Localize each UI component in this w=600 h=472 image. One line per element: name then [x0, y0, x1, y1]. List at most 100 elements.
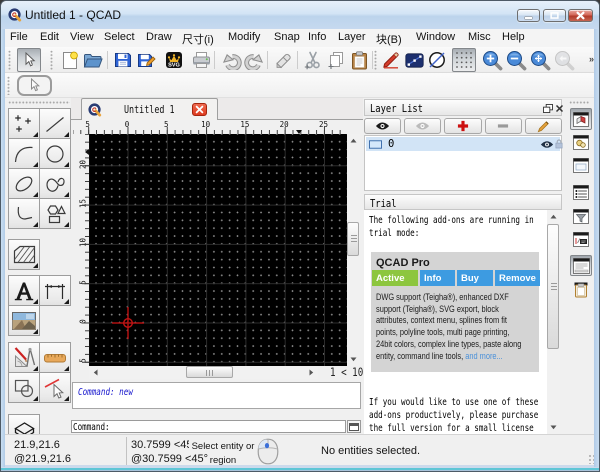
save-as-button[interactable]	[134, 48, 158, 72]
grid-toggle-button[interactable]	[452, 48, 476, 72]
redo-button[interactable]	[242, 48, 266, 72]
menu-layer[interactable]: Layer	[333, 31, 371, 43]
add-layer-button[interactable]	[444, 118, 482, 134]
command-line-toggle[interactable]	[570, 229, 592, 249]
cut-button[interactable]	[301, 48, 325, 72]
selection-filter-toggle[interactable]	[570, 206, 592, 226]
property-editor-toggle[interactable]	[570, 108, 592, 130]
drawing-canvas[interactable]	[89, 134, 347, 366]
image-tool-button[interactable]	[8, 305, 40, 336]
vertical-scrollbar[interactable]	[347, 134, 360, 366]
float-panel-icon[interactable]	[543, 104, 553, 113]
menu-snap[interactable]: Snap	[269, 31, 305, 43]
addon-tab-info[interactable]: Info	[420, 270, 455, 286]
addon-tab-remove[interactable]: Remove	[495, 270, 540, 286]
scroll-down-arrow[interactable]	[547, 421, 560, 434]
scrollbar-thumb[interactable]	[347, 222, 359, 256]
auto-zoom-button[interactable]	[528, 48, 552, 72]
toolbar-drag-handle[interactable]	[8, 50, 11, 70]
zoom-in-button[interactable]	[480, 48, 504, 72]
block-list-toggle[interactable]	[570, 132, 592, 152]
save-button[interactable]	[111, 48, 135, 72]
menu-draw[interactable]: Draw	[141, 31, 177, 43]
menu-help[interactable]: Help	[497, 31, 530, 43]
menu-misc[interactable]: Misc	[463, 31, 496, 43]
print-button[interactable]	[189, 48, 213, 72]
scrollbar-thumb[interactable]	[186, 366, 233, 378]
ellipse-tool-button[interactable]	[8, 168, 40, 199]
tab-close-button[interactable]	[192, 103, 207, 116]
svg-export-button[interactable]: SVG	[162, 48, 186, 72]
draw-order-button[interactable]	[425, 48, 449, 72]
menu-modify[interactable]: Modify	[223, 31, 265, 43]
shape-tool-button[interactable]	[39, 198, 71, 229]
modify-tool-button[interactable]	[8, 372, 40, 403]
drafting-tools-button[interactable]	[8, 342, 40, 373]
polyline-tool-button[interactable]	[8, 198, 40, 229]
layer-lock-icon[interactable]	[555, 139, 563, 149]
layer-row[interactable]: 0	[366, 137, 563, 151]
edit-layer-button[interactable]	[524, 118, 563, 134]
addon-tab-buy[interactable]: Buy	[457, 270, 493, 286]
clipboard-panel-toggle[interactable]	[570, 280, 592, 300]
scroll-right-arrow[interactable]	[305, 366, 318, 379]
menu-file[interactable]: File	[5, 31, 33, 43]
spline-tool-button[interactable]	[39, 168, 71, 199]
trial-scrollbar[interactable]	[547, 210, 560, 434]
toolbar-drag-handle[interactable]	[50, 50, 53, 70]
menu-view[interactable]: View	[65, 31, 99, 43]
remove-layer-button[interactable]	[484, 118, 522, 134]
minimize-button[interactable]	[517, 9, 540, 22]
layer-list-toggle[interactable]	[570, 182, 592, 202]
toolbar-drag-handle[interactable]	[374, 50, 377, 70]
property-editor-button[interactable]	[379, 48, 403, 72]
menu-info[interactable]: Info	[303, 31, 331, 43]
toolbar-overflow-chevron[interactable]: »	[589, 54, 594, 64]
hatch-tool-button[interactable]	[8, 239, 40, 270]
undo-button[interactable]	[219, 48, 243, 72]
view-list-toggle[interactable]	[570, 155, 592, 175]
arc-tool-button[interactable]	[8, 138, 40, 169]
command-options-button[interactable]	[347, 420, 361, 433]
and-more-link[interactable]: and more...	[465, 351, 502, 362]
command-input[interactable]	[71, 420, 346, 433]
zoom-out-button[interactable]	[504, 48, 528, 72]
close-button[interactable]	[568, 9, 593, 22]
selection-options-button[interactable]	[402, 48, 426, 72]
circle-tool-button[interactable]	[39, 138, 71, 169]
maximize-button[interactable]	[543, 9, 566, 22]
dimension-tool-button[interactable]	[39, 275, 71, 306]
text-tool-button[interactable]	[8, 275, 40, 306]
menu-b[interactable]: 块(B)	[371, 31, 407, 47]
ruler-tool-button[interactable]	[39, 342, 71, 373]
toolbar-drag-handle[interactable]	[7, 76, 10, 95]
scrollbar-thumb[interactable]	[547, 224, 559, 349]
select-entity-tool-button[interactable]	[39, 372, 71, 403]
menu-window[interactable]: Window	[411, 31, 460, 43]
menu-select[interactable]: Select	[99, 31, 140, 43]
trial-panel-titlebar[interactable]: Trial	[364, 194, 562, 210]
select-tool-button[interactable]	[17, 48, 41, 72]
paste-button[interactable]	[347, 48, 371, 72]
toolbar-drag-handle[interactable]	[569, 101, 589, 104]
copy-button[interactable]	[324, 48, 348, 72]
addon-tab-active[interactable]: Active	[372, 270, 418, 286]
title-bar[interactable]: Untitled 1 - QCAD	[1, 1, 599, 29]
layer-list-titlebar[interactable]: Layer List	[364, 99, 564, 116]
open-file-button[interactable]	[81, 48, 105, 72]
layer-visible-icon[interactable]	[540, 140, 554, 149]
scroll-up-arrow[interactable]	[547, 210, 560, 223]
menu-i[interactable]: 尺寸(i)	[177, 31, 219, 47]
statusbar-toggle[interactable]	[570, 255, 592, 276]
selection-mode-button[interactable]	[17, 75, 52, 96]
new-document-button[interactable]	[58, 48, 82, 72]
scroll-up-arrow[interactable]	[347, 134, 360, 147]
erase-button[interactable]	[272, 48, 296, 72]
point-tool-button[interactable]	[8, 108, 40, 139]
hide-all-layers-button[interactable]	[404, 118, 442, 134]
menu-edit[interactable]: Edit	[35, 31, 64, 43]
horizontal-scrollbar[interactable]	[89, 366, 318, 379]
scroll-left-arrow[interactable]	[89, 366, 102, 379]
show-all-layers-button[interactable]	[364, 118, 402, 134]
document-tab[interactable]: Untitled 1	[81, 98, 218, 120]
